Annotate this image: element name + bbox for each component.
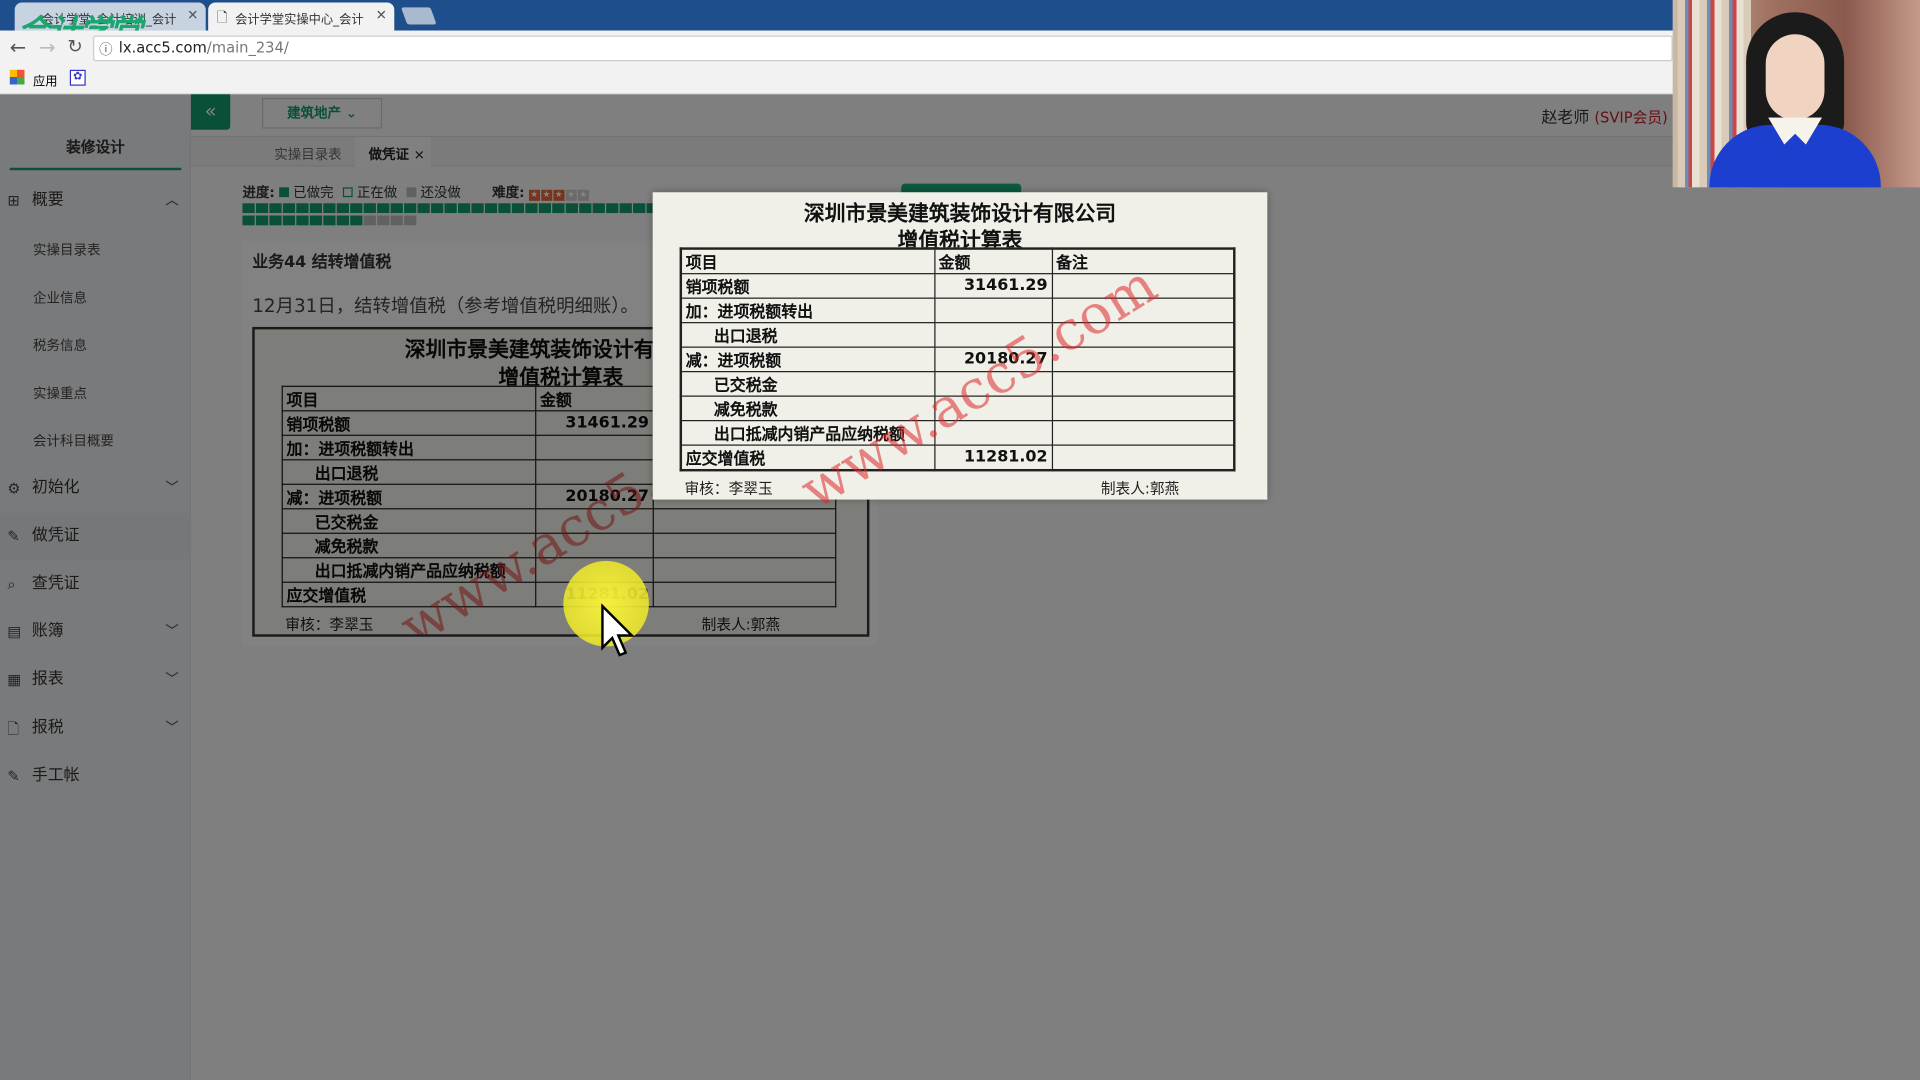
preparer: 制表人:郭燕 — [1100, 480, 1180, 498]
item-cell: 减：进项税额 — [680, 346, 935, 373]
amount-cell — [933, 297, 1053, 324]
enlarged-vat-sheet[interactable]: 深圳市景美建筑装饰设计有限公司 增值税计算表 项目 金额 备注 销项税额 31461.2… — [652, 192, 1268, 522]
remark-cell — [1051, 346, 1235, 373]
amount-cell: 20180.27 — [933, 346, 1053, 373]
amount-cell — [933, 395, 1053, 422]
column-header: 备注 — [1051, 247, 1235, 275]
table-row: 减：进项税额 20180.27 — [680, 346, 1235, 373]
item-cell: 出口退税 — [680, 322, 935, 348]
remark-cell — [1051, 273, 1235, 299]
amount-cell — [933, 420, 1053, 446]
url-path: /main_234/ — [206, 39, 289, 57]
url-host: lx.acc5.com — [118, 39, 207, 57]
close-icon[interactable]: ✕ — [376, 7, 387, 23]
apps-grid-icon — [9, 69, 25, 85]
back-icon[interactable]: ← — [10, 36, 26, 59]
info-icon: ⓘ — [99, 41, 113, 58]
close-icon[interactable]: ✕ — [187, 7, 198, 23]
reload-icon[interactable]: ↻ — [67, 36, 82, 58]
item-cell: 销项税额 — [680, 273, 935, 299]
table-row: 出口抵减内销产品应纳税额 — [680, 420, 1235, 446]
column-header: 项目 — [680, 247, 935, 275]
remark-cell — [1051, 297, 1235, 324]
tab-title: 会计学堂实操中心_会计 — [235, 13, 364, 27]
vat-table: 项目 金额 备注 销项税额 31461.29 加：进项税额转出 出口退税 减：进项税额 2018… — [679, 247, 1236, 472]
remark-cell — [1051, 395, 1235, 422]
remark-cell — [1051, 420, 1235, 446]
table-row: 销项税额 31461.29 — [680, 273, 1235, 299]
table-row: 出口退税 — [680, 322, 1235, 348]
page-icon: 🗋 — [216, 9, 228, 26]
item-cell: 出口抵减内销产品应纳税额 — [680, 420, 935, 446]
webcam-video — [1672, 0, 1920, 188]
face — [1765, 34, 1825, 121]
item-cell: 应交增值税 — [680, 444, 935, 471]
table-row: 应交增值税11281.02 — [680, 444, 1235, 471]
reviewer: 审核：李翠玉 — [684, 480, 773, 498]
column-header: 金额 — [933, 247, 1053, 275]
table-header-row: 项目金额备注 — [680, 247, 1235, 275]
remark-cell — [1051, 444, 1235, 471]
url-input[interactable]: ⓘ lx.acc5.com/main_234/ — [93, 35, 1673, 62]
remark-cell — [1051, 322, 1235, 348]
browser-tab-bar: 会计学堂_会计培训_会计 ✕ 🗋 会计学堂实操中心_会计 ✕ — [0, 0, 1920, 31]
item-cell: 已交税金 — [680, 371, 935, 397]
browser-tab-active[interactable]: 🗋 会计学堂实操中心_会计 ✕ — [208, 2, 395, 31]
remark-cell — [1051, 371, 1235, 397]
amount-cell: 11281.02 — [933, 444, 1053, 471]
amount-cell — [933, 371, 1053, 397]
bookmarks-bar: 应用 ✿ — [0, 64, 1920, 95]
item-cell: 加：进项税额转出 — [680, 297, 935, 324]
table-row: 减免税款 — [680, 395, 1235, 422]
amount-cell: 31461.29 — [933, 273, 1053, 299]
bookmark-apps[interactable]: 应用 — [33, 71, 57, 89]
amount-cell — [933, 322, 1053, 348]
table-row: 已交税金 — [680, 371, 1235, 397]
item-cell: 减免税款 — [680, 395, 935, 422]
baidu-paw-icon[interactable]: ✿ — [69, 69, 86, 86]
mouse-cursor-icon — [601, 603, 635, 657]
forward-icon[interactable]: → — [39, 36, 55, 59]
new-tab-button[interactable] — [400, 7, 437, 25]
table-row: 加：进项税额转出 — [680, 297, 1235, 324]
